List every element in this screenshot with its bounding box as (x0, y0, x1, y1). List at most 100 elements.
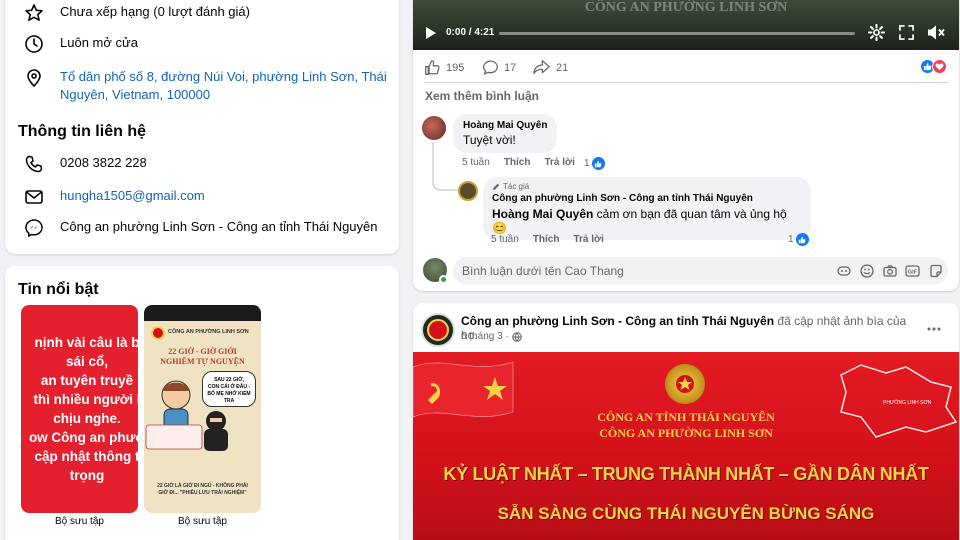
share-arrow-icon (532, 59, 551, 76)
story-1-line: ow Công an phườ (28, 430, 138, 445)
comment-reaction[interactable]: 1 (584, 157, 605, 170)
comment-bubble-icon (482, 59, 499, 76)
more-options-icon[interactable] (926, 321, 942, 337)
story-1-line: cập nhật thông t (34, 449, 139, 464)
story-2-footer: 22 GIỜ LÀ GIỜ ĐI NGỦ - KHÔNG PHẢI GIỜ ĐI… (148, 483, 257, 497)
story-2-header: CÔNG AN PHƯỜNG LINH SƠN (168, 329, 249, 335)
share-count[interactable]: 21 (532, 59, 568, 76)
star-icon (24, 3, 44, 23)
story-1-line: chịu nghe. (53, 411, 121, 426)
reply-meta: 5 tuần Thích Trả lời (491, 234, 604, 245)
story-2-emblem (151, 326, 165, 340)
globe-icon (512, 331, 522, 342)
comment-meta: 5 tuần Thích Trả lời (462, 157, 575, 168)
comment-input-placeholder: Bình luận dưới tên Cao Thang (462, 264, 624, 278)
police-emblem-icon (427, 319, 449, 341)
svg-text:GIF: GIF (908, 270, 918, 276)
thumbs-up-icon (424, 59, 441, 76)
comment-like-button[interactable]: Thích (504, 157, 531, 168)
story-2-headline-2: NGHIÊM TỰ NGUYỆN (160, 357, 245, 366)
banner-line-1: CÔNG AN TỈNH THÁI NGUYÊN (597, 410, 775, 424)
card-divider (424, 82, 948, 83)
author-badge: Tác giả (492, 182, 802, 191)
video-progress-track[interactable] (499, 32, 855, 35)
post-date[interactable]: 6 tháng 3 · (461, 331, 509, 342)
address-link[interactable]: Tổ dân phố số 8, đường Núi Voi, phường L… (60, 68, 387, 104)
comment-count[interactable]: 17 (482, 59, 516, 76)
comment-reply-button[interactable]: Trả lời (544, 157, 574, 168)
address-line-2: Nguyên, Vietnam, 100000 (60, 87, 211, 102)
email-row[interactable]: hungha1505@gmail.com (24, 187, 205, 207)
clock-icon (24, 34, 44, 54)
reply-mention[interactable]: Hoàng Mai Quyên (492, 207, 593, 221)
like-count-text: 195 (446, 61, 465, 74)
story-1-line: thì nhiều người l (33, 392, 138, 407)
post-page-name[interactable]: Công an phường Linh Sơn - Công an tỉnh T… (461, 314, 774, 328)
address-line-1: Tổ dân phố số 8, đường Núi Voi, phường L… (60, 69, 387, 84)
rating-text: Chưa xếp hạng (0 lượt đánh giá) (60, 4, 250, 19)
emoji-icon[interactable] (860, 264, 874, 278)
like-count[interactable]: 195 (424, 59, 464, 76)
email-link[interactable]: hungha1505@gmail.com (60, 187, 205, 205)
post-date-row: 6 tháng 3 · (461, 331, 522, 342)
see-more-comments[interactable]: Xem thêm bình luận (425, 89, 539, 103)
comment-text: Tuyệt vời! (463, 133, 516, 147)
play-icon[interactable] (423, 26, 437, 40)
comment-age[interactable]: 5 tuần (462, 157, 490, 168)
phone-row: 0208 3822 228 (24, 154, 147, 174)
settings-gear-icon[interactable] (868, 24, 885, 41)
author-badge-text: Tác giả (503, 182, 530, 191)
map-label: PHƯỜNG LINH SƠN (883, 400, 932, 406)
sticker-icon[interactable] (929, 264, 943, 278)
comment-author[interactable]: Hoàng Mai Quyên (463, 120, 547, 131)
mute-icon[interactable] (927, 24, 945, 41)
reply-author[interactable]: Công an phường Linh Sơn - Công an tỉnh T… (492, 193, 802, 204)
rating-row: Chưa xếp hạng (0 lượt đánh giá) (24, 3, 250, 23)
address-row[interactable]: Tổ dân phố số 8, đường Núi Voi, phường L… (24, 68, 387, 104)
email-icon (24, 187, 44, 207)
contact-title: Thông tin liên hệ (18, 123, 146, 140)
banner-slogan-1: KỶ LUẬT NHẤT – TRUNG THÀNH NHẤT – GẦN DÂ… (443, 464, 929, 484)
featured-story-2[interactable]: CÔNG AN PHƯỜNG LINH SƠN 22 GIỜ - GIỜ GIỚ… (144, 305, 261, 513)
share-count-text: 21 (556, 61, 569, 74)
story-1-line: trọng (69, 468, 105, 483)
messenger-icon (24, 218, 44, 238)
story-2-caption: Bộ sưu tập (178, 516, 227, 527)
story-2-top (144, 305, 261, 321)
reply-reply-button[interactable]: Trả lời (573, 234, 603, 245)
story-2-footer-line: 22 GIỜ LÀ GIỜ ĐI NGỦ - KHÔNG PHẢI (157, 483, 248, 489)
reply-like-button[interactable]: Thích (533, 234, 560, 245)
story-1-line: nịnh vài câu là b (34, 335, 138, 350)
gif-icon[interactable]: GIF (905, 264, 920, 278)
reply-text: Hoàng Mai Quyên cảm ơn bạn đã quan tâm v… (492, 207, 802, 235)
reply-age[interactable]: 5 tuần (491, 234, 519, 245)
reply-reaction[interactable]: 1 (788, 233, 809, 246)
page-avatar[interactable] (421, 313, 455, 347)
thread-connector (432, 142, 461, 191)
comment-bubble: Hoàng Mai Quyên Tuyệt vời! (453, 114, 558, 153)
fullscreen-icon[interactable] (899, 25, 914, 40)
video-time: 0:00 / 4:21 (446, 27, 495, 38)
featured-story-1[interactable]: nịnh vài câu là b sái cổ, an tuyên truyề… (21, 305, 138, 513)
story-2-headline-1: 22 GIỜ - GIỜ GIỚI (168, 347, 237, 356)
like-reaction-icon (795, 233, 809, 246)
cover-photo[interactable]: PHƯỜNG LINH SƠN CÔNG AN TỈNH THÁI NGUYÊN… (413, 352, 959, 540)
featured-title: Tin nổi bật (18, 281, 99, 298)
messenger-row[interactable]: Công an phường Linh Sơn - Công an tỉnh T… (24, 218, 378, 238)
phone-icon (24, 154, 44, 174)
reply-bubble: Tác giả Công an phường Linh Sơn - Công a… (483, 177, 811, 240)
location-pin-icon (24, 68, 44, 88)
camera-icon[interactable] (883, 264, 897, 278)
comment-input[interactable]: Bình luận dưới tên Cao Thang GIF (453, 257, 948, 285)
reaction-icons[interactable] (920, 59, 947, 74)
post-header: Công an phường Linh Sơn - Công an tỉnh T… (461, 314, 921, 342)
avatar[interactable] (422, 116, 446, 140)
like-reaction-icon (591, 157, 605, 170)
story-2-footer-line: GIỜ ĐI... "PHIÊU LƯU TRẢI NGHIỆM" (158, 490, 247, 496)
phone-text: 0208 3822 228 (60, 155, 147, 170)
video-player[interactable]: CÔNG AN PHƯỜNG LINH SƠN 0:00 / 4:21 (413, 0, 959, 50)
avatar-sticker-icon[interactable] (837, 264, 851, 278)
story-2-illustration (145, 380, 228, 451)
avatar[interactable] (458, 181, 478, 201)
messenger-text: Công an phường Linh Sơn - Công an tỉnh T… (60, 219, 378, 234)
